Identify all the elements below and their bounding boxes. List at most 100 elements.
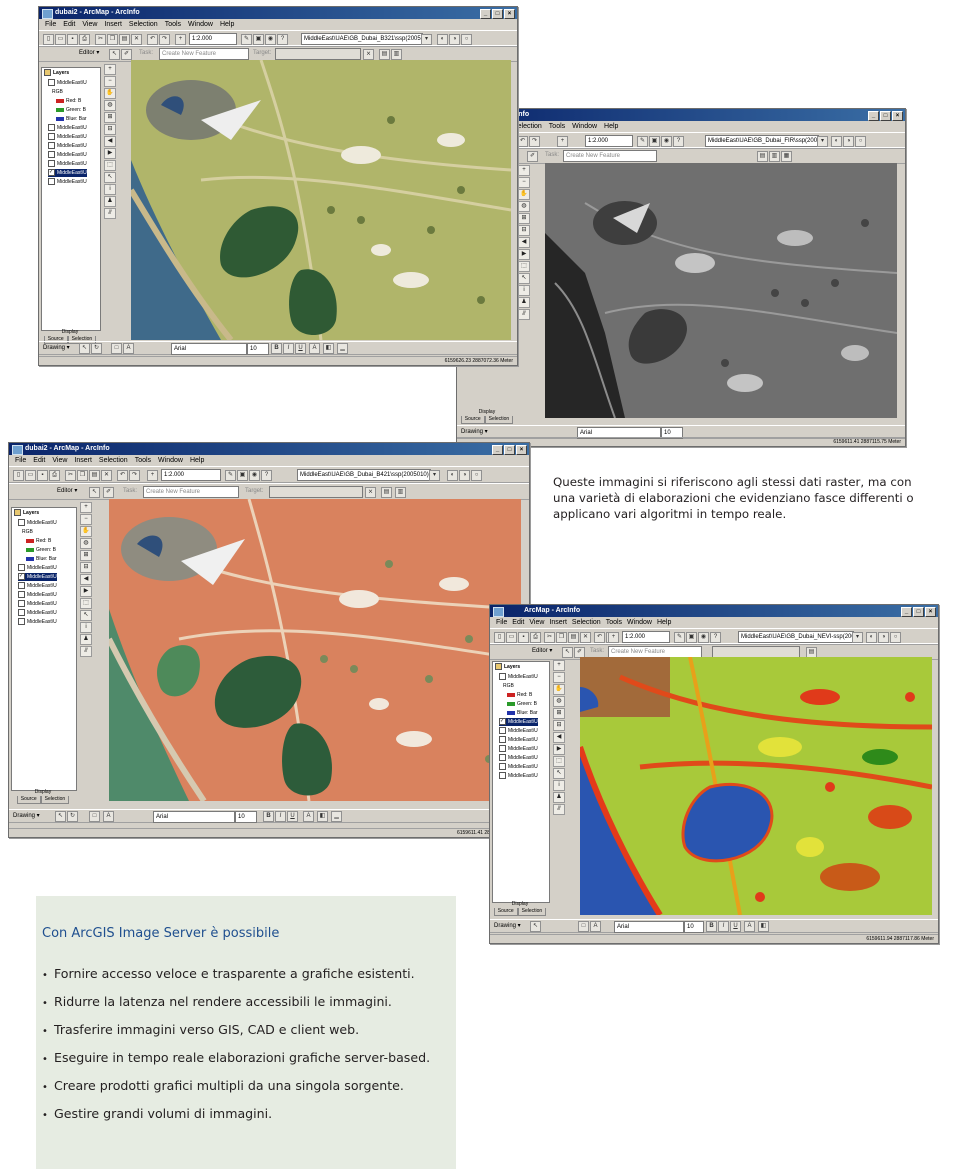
menu-view[interactable]: View xyxy=(52,455,67,466)
back-extent-icon[interactable]: ◀ xyxy=(104,136,116,147)
back-extent-icon[interactable]: ◀ xyxy=(518,237,530,248)
menu-insert[interactable]: Insert xyxy=(74,455,92,466)
back-extent-icon[interactable]: ◀ xyxy=(553,732,565,743)
edit-tool-icon[interactable]: ↖ xyxy=(562,647,573,658)
drawing-menu[interactable]: Drawing ▾ xyxy=(494,921,521,931)
print-icon[interactable]: ⎙ xyxy=(49,470,60,481)
maximize-icon[interactable]: □ xyxy=(492,9,503,19)
checkbox-checked-icon[interactable]: ✓ xyxy=(499,718,506,726)
add-data-icon[interactable]: + xyxy=(175,34,186,45)
toc-layer-row[interactable]: MiddleEast\U xyxy=(48,133,87,141)
toc-layer-row[interactable]: Green: B xyxy=(507,700,537,708)
help-icon[interactable]: ? xyxy=(710,632,721,643)
sketch-properties-icon[interactable]: ▥ xyxy=(395,487,406,498)
stretch-icon[interactable]: ◐ xyxy=(437,34,448,45)
menu-help[interactable]: Help xyxy=(657,617,671,628)
checkbox-checked-icon[interactable]: ✓ xyxy=(48,169,55,177)
save-icon[interactable]: ▪ xyxy=(67,34,78,45)
toc-layer-row[interactable]: MiddleEast\U xyxy=(499,727,538,735)
minimize-icon[interactable]: _ xyxy=(492,445,503,455)
checkbox-icon[interactable] xyxy=(499,754,506,762)
add-data-icon[interactable]: + xyxy=(147,470,158,481)
fixed-zoom-out-icon[interactable]: ⊟ xyxy=(553,720,565,731)
editor-toolbar-icon[interactable]: ✎ xyxy=(241,34,252,45)
full-extent-icon[interactable]: ◍ xyxy=(80,538,92,549)
select-features-icon[interactable]: ⬚ xyxy=(553,756,565,767)
fill-color-icon[interactable]: ◧ xyxy=(317,811,328,822)
tab-selection[interactable]: Selection xyxy=(484,416,514,424)
select-elements-icon[interactable]: ↖ xyxy=(80,610,92,621)
minimize-icon[interactable]: _ xyxy=(868,111,879,121)
select-features-icon[interactable]: ⬚ xyxy=(518,261,530,272)
italic-icon[interactable]: I xyxy=(283,343,294,354)
select-elements-icon[interactable]: ↖ xyxy=(518,273,530,284)
topology-icon[interactable]: ▦ xyxy=(781,151,792,162)
task-dropdown[interactable]: Create New Feature xyxy=(159,48,249,60)
maximize-icon[interactable]: □ xyxy=(880,111,891,121)
toc-layer-row[interactable]: MiddleEast\U xyxy=(499,754,538,762)
copy-icon[interactable]: ❐ xyxy=(107,34,118,45)
attributes-icon[interactable]: ▤ xyxy=(381,487,392,498)
paste-icon[interactable]: ▤ xyxy=(119,34,130,45)
save-icon[interactable]: ▪ xyxy=(518,632,529,643)
font-name-field[interactable]: Arial xyxy=(171,343,247,355)
toc-layer-row[interactable]: Blue: Bar xyxy=(507,709,538,717)
select-elements-icon[interactable]: ↖ xyxy=(79,343,90,354)
checkbox-icon[interactable] xyxy=(18,582,25,590)
chevron-down-icon[interactable]: ▾ xyxy=(429,470,440,481)
checkbox-icon[interactable] xyxy=(18,609,25,617)
toc-layer-row[interactable]: ✓ MiddleEast\U xyxy=(499,718,538,726)
line-color-icon[interactable]: ▁ xyxy=(337,343,348,354)
checkbox-icon[interactable] xyxy=(499,736,506,744)
measure-icon[interactable]: ⫻ xyxy=(518,309,530,320)
zoom-in-icon[interactable]: + xyxy=(518,165,530,176)
menu-selection[interactable]: Selection xyxy=(129,19,158,30)
menu-tools[interactable]: Tools xyxy=(165,19,181,30)
menu-tools[interactable]: Tools xyxy=(135,455,151,466)
checkbox-icon[interactable] xyxy=(499,745,506,753)
underline-icon[interactable]: U xyxy=(287,811,298,822)
help-icon[interactable]: ? xyxy=(261,470,272,481)
full-extent-icon[interactable]: ◍ xyxy=(104,100,116,111)
tab-selection[interactable]: Selection xyxy=(40,796,70,804)
bold-icon[interactable]: B xyxy=(706,921,717,932)
checkbox-icon[interactable] xyxy=(48,133,55,141)
minimize-icon[interactable]: _ xyxy=(480,9,491,19)
map-view[interactable] xyxy=(545,163,897,418)
layer-dropdown[interactable]: MiddleEast\UAE\GB_Dubai_FIR\ssp(2005010)… xyxy=(705,135,819,147)
checkbox-icon[interactable] xyxy=(18,519,25,527)
tab-display[interactable]: Display xyxy=(492,901,548,908)
menu-edit[interactable]: Edit xyxy=(33,455,45,466)
toc-layer-row[interactable]: RGB xyxy=(52,88,63,96)
select-elements-icon[interactable]: ↖ xyxy=(530,921,541,932)
close-icon[interactable]: × xyxy=(516,445,527,455)
toc-root[interactable]: Layers xyxy=(495,663,520,671)
rotate-icon[interactable]: ↻ xyxy=(91,343,102,354)
toc-layer-row[interactable]: MiddleEast\U xyxy=(48,178,87,186)
rectangle-icon[interactable]: □ xyxy=(578,921,589,932)
font-name-field[interactable]: Arial xyxy=(614,921,684,933)
menu-view[interactable]: View xyxy=(82,19,97,30)
checkbox-icon[interactable] xyxy=(48,79,55,87)
fixed-zoom-out-icon[interactable]: ⊟ xyxy=(80,562,92,573)
stretch-icon[interactable]: ◐ xyxy=(866,632,877,643)
task-dropdown[interactable]: Create New Feature xyxy=(143,486,239,498)
redo-icon[interactable]: ↷ xyxy=(159,34,170,45)
sketch-tool-icon[interactable]: ✐ xyxy=(527,151,538,162)
rotate-icon[interactable]: ↻ xyxy=(67,811,78,822)
undo-icon[interactable]: ↶ xyxy=(517,136,528,147)
delete-icon[interactable]: ✕ xyxy=(101,470,112,481)
menu-tools[interactable]: Tools xyxy=(549,121,565,132)
window-titlebar[interactable]: dubai2 - ArcMap - ArcInfo _ □ × xyxy=(9,443,529,455)
stretch-icon[interactable]: ◐ xyxy=(831,136,842,147)
toc-layer-row[interactable]: MiddleEast\U xyxy=(48,79,87,87)
toc-root[interactable]: Layers xyxy=(14,509,39,517)
select-elements-icon[interactable]: ↖ xyxy=(553,768,565,779)
map-scale-field[interactable]: 1:2.000 xyxy=(585,135,633,147)
font-size-field[interactable]: 10 xyxy=(247,343,269,355)
save-icon[interactable]: ▪ xyxy=(37,470,48,481)
chevron-down-icon[interactable]: ▾ xyxy=(421,34,432,45)
toc-layer-row[interactable]: RGB xyxy=(503,682,514,690)
print-icon[interactable]: ⎙ xyxy=(79,34,90,45)
select-features-icon[interactable]: ⬚ xyxy=(80,598,92,609)
